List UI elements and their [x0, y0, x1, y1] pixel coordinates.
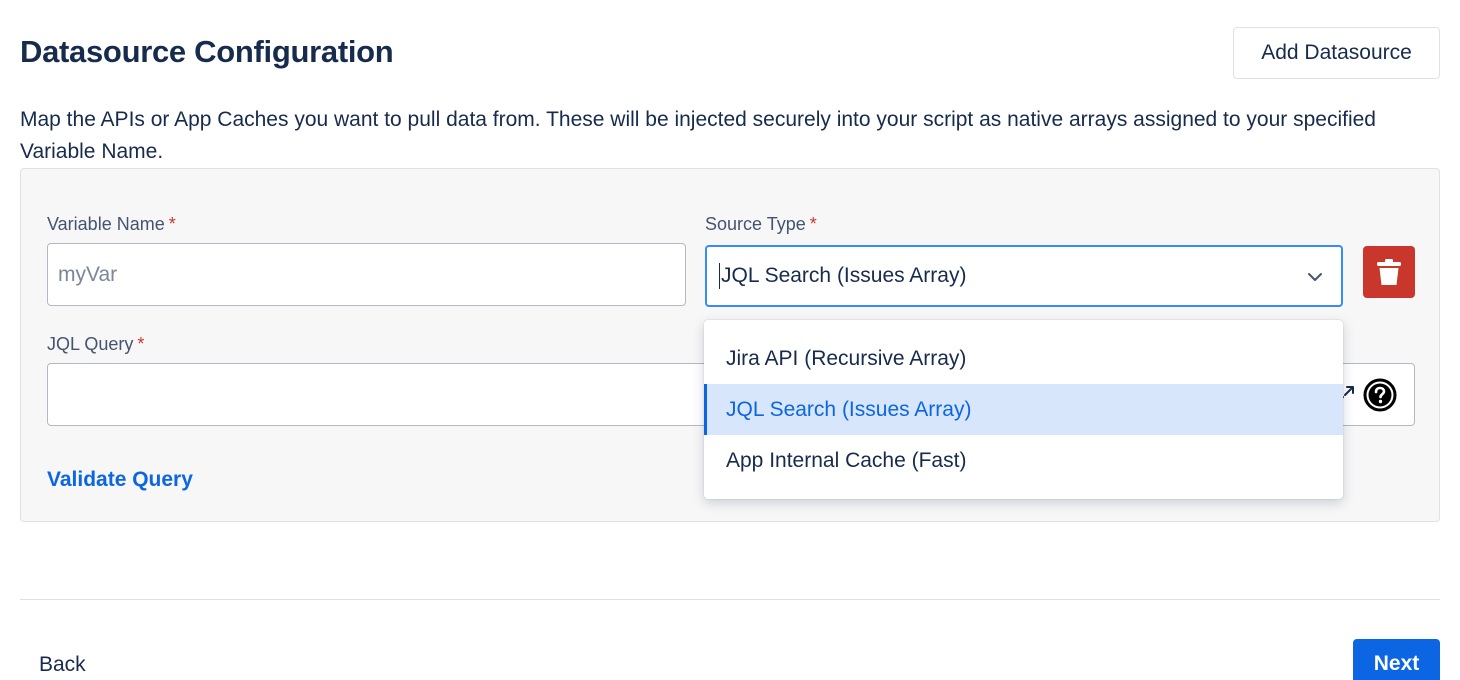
- page-title: Datasource Configuration: [20, 34, 394, 69]
- validate-query-link[interactable]: Validate Query: [47, 468, 193, 492]
- back-button[interactable]: Back: [20, 642, 105, 680]
- required-marker: *: [809, 214, 817, 234]
- source-option-jira-api[interactable]: Jira API (Recursive Array): [704, 333, 1343, 384]
- source-type-value: JQL Search (Issues Array): [721, 264, 967, 287]
- delete-datasource-button[interactable]: [1363, 246, 1415, 298]
- source-option-app-cache[interactable]: App Internal Cache (Fast): [704, 435, 1343, 486]
- variable-name-input[interactable]: [47, 243, 686, 306]
- source-type-select[interactable]: JQL Search (Issues Array): [705, 245, 1343, 307]
- variable-name-label: Variable Name *: [47, 214, 176, 234]
- source-option-jql-search[interactable]: JQL Search (Issues Array): [704, 384, 1343, 435]
- trash-icon: [1377, 259, 1401, 285]
- text-cursor: [719, 263, 720, 289]
- source-type-label: Source Type *: [705, 214, 817, 234]
- page-description: Map the APIs or App Caches you want to p…: [20, 108, 1376, 163]
- next-button[interactable]: Next: [1353, 639, 1440, 680]
- question-circle-icon[interactable]: [1363, 378, 1397, 412]
- chevron-down-icon: [1308, 273, 1322, 281]
- jql-query-label: JQL Query *: [47, 334, 145, 354]
- source-type-menu: Jira API (Recursive Array) JQL Search (I…: [704, 320, 1343, 499]
- required-marker: *: [137, 334, 145, 354]
- footer-divider: [20, 599, 1440, 600]
- required-marker: *: [168, 214, 176, 234]
- add-datasource-button[interactable]: Add Datasource: [1233, 27, 1440, 79]
